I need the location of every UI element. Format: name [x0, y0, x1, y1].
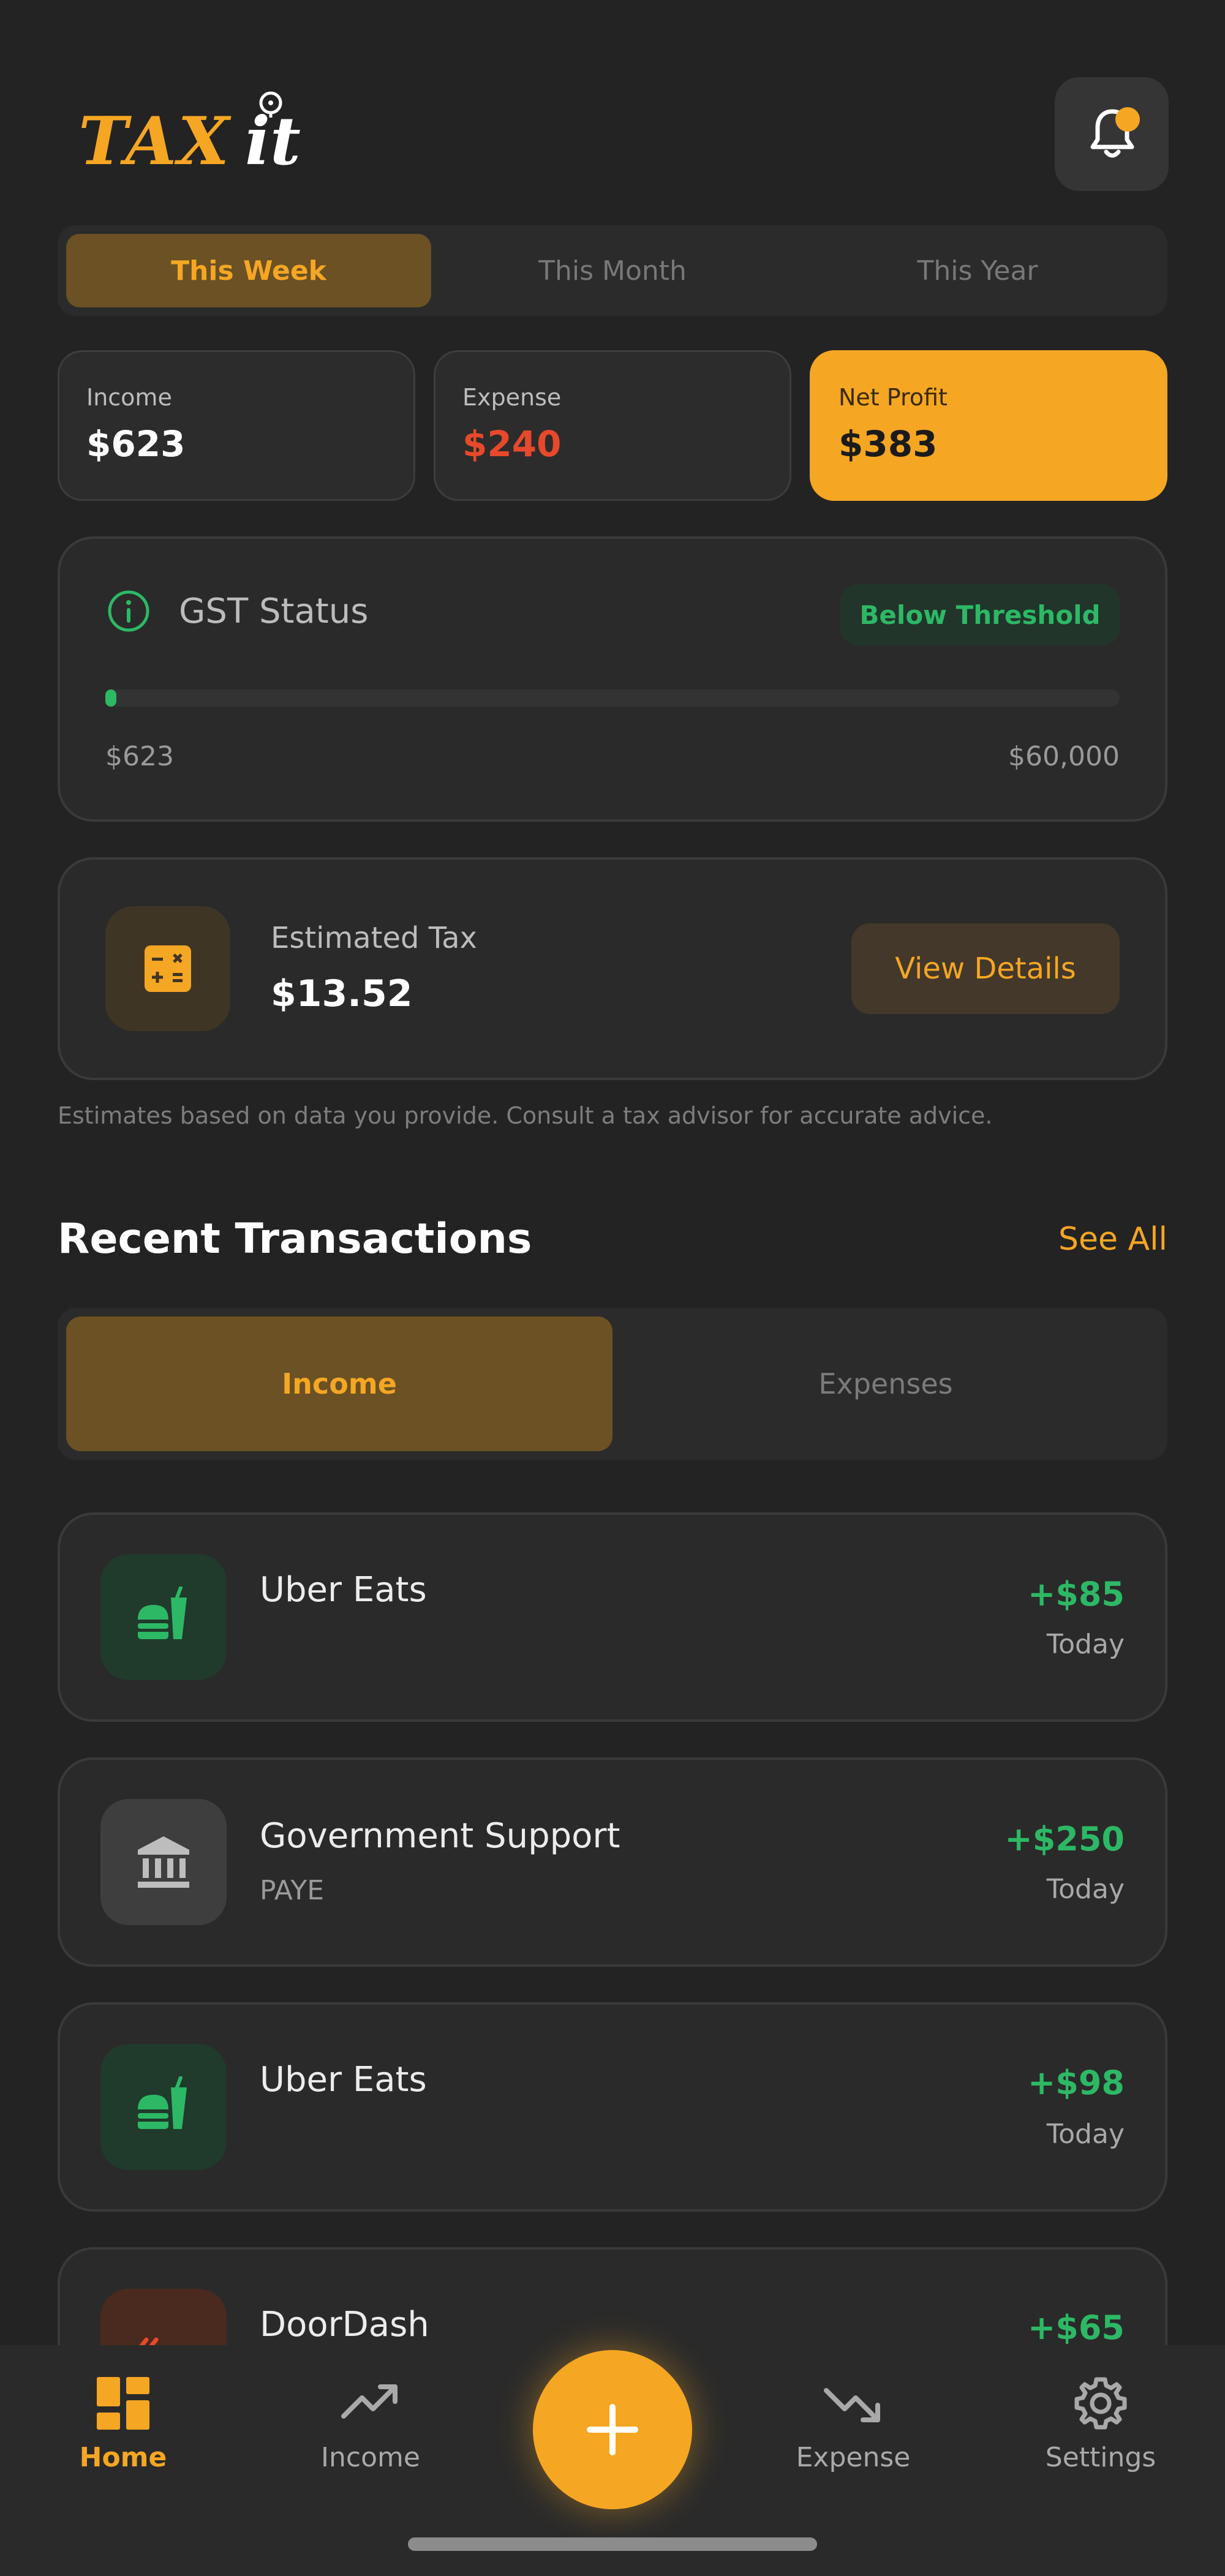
transaction-name: DoorDash — [260, 2305, 429, 2345]
expense-value: $240 — [462, 423, 562, 465]
transaction-date: Today — [1046, 2119, 1125, 2150]
tab-expenses[interactable]: Expenses — [612, 1316, 1159, 1451]
gst-current-amount: $623 — [105, 741, 174, 772]
food-icon — [138, 1587, 187, 1639]
recent-transactions-title: Recent Transactions — [58, 1215, 532, 1263]
tab-this-week[interactable]: This Week — [66, 234, 431, 307]
net-profit-label: Net Profit — [839, 384, 948, 411]
home-indicator — [408, 2537, 817, 2551]
notification-dot — [1115, 107, 1140, 132]
info-icon — [107, 589, 151, 636]
tab-income[interactable]: Income — [66, 1316, 612, 1451]
transaction-amount: +$98 — [1028, 2063, 1125, 2102]
gst-threshold-amount: $60,000 — [1008, 741, 1120, 772]
gst-status-card — [58, 536, 1167, 822]
estimated-tax-label: Estimated Tax — [271, 921, 477, 955]
dashboard-icon — [97, 2377, 149, 2430]
transaction-name: Uber Eats — [260, 2060, 427, 2100]
gst-progress-fill — [105, 689, 116, 707]
gst-progress-track — [105, 689, 1120, 707]
food-icon-box — [100, 2044, 227, 2170]
disclaimer-text: Estimates based on data you provide. Con… — [58, 1102, 993, 1129]
income-value: $623 — [86, 423, 186, 465]
gst-status-badge: Below Threshold — [840, 584, 1120, 645]
bank-icon-box — [100, 1799, 227, 1925]
expense-label: Expense — [462, 384, 562, 411]
see-all-link[interactable]: See All — [1058, 1221, 1167, 1258]
add-transaction-button[interactable] — [533, 2350, 692, 2509]
income-label: Income — [86, 384, 172, 411]
calculator-icon — [145, 945, 191, 992]
expense-card[interactable]: Expense $240 — [434, 350, 791, 501]
nav-expense[interactable]: Expense — [780, 2376, 927, 2473]
nav-expense-label: Expense — [796, 2442, 911, 2473]
food-icon-box — [100, 1554, 227, 1680]
transaction-amount: +$85 — [1028, 1575, 1125, 1613]
net-profit-card[interactable]: Net Profit $383 — [810, 350, 1167, 501]
gst-status-title: GST Status — [179, 591, 369, 631]
net-profit-value: $383 — [839, 423, 938, 465]
transaction-amount: +$250 — [1005, 1820, 1125, 1858]
nav-income[interactable]: Income — [297, 2376, 444, 2473]
nav-home[interactable]: Home — [50, 2376, 197, 2473]
transaction-date: Today — [1046, 1629, 1125, 1660]
food-icon — [138, 2076, 187, 2129]
notifications-button[interactable] — [1055, 77, 1169, 191]
trending-up-icon — [341, 2384, 398, 2419]
transaction-date: Today — [1046, 1874, 1125, 1905]
gear-icon — [1074, 2377, 1127, 2430]
nav-income-label: Income — [321, 2442, 420, 2473]
income-card[interactable]: Income $623 — [58, 350, 415, 501]
app-logo: TAX it — [78, 86, 336, 180]
view-details-button[interactable]: View Details — [851, 923, 1120, 1014]
transaction-subtitle: PAYE — [260, 1875, 325, 1906]
bank-icon — [138, 1836, 189, 1888]
transaction-name: Uber Eats — [260, 1570, 427, 1610]
tab-this-month[interactable]: This Month — [430, 234, 795, 307]
nav-settings-label: Settings — [1045, 2442, 1156, 2473]
calculator-icon-box — [105, 906, 230, 1031]
tab-this-year[interactable]: This Year — [795, 234, 1160, 307]
plus-icon — [587, 2404, 638, 2455]
svg-text:TAX: TAX — [78, 103, 232, 178]
svg-text:it: it — [245, 103, 301, 178]
transaction-name: Government Support — [260, 1816, 620, 1856]
nav-home-label: Home — [79, 2442, 167, 2473]
estimated-tax-value: $13.52 — [271, 972, 413, 1015]
transaction-amount: +$65 — [1028, 2308, 1125, 2347]
nav-settings[interactable]: Settings — [1027, 2376, 1174, 2473]
trending-down-icon — [824, 2388, 880, 2422]
